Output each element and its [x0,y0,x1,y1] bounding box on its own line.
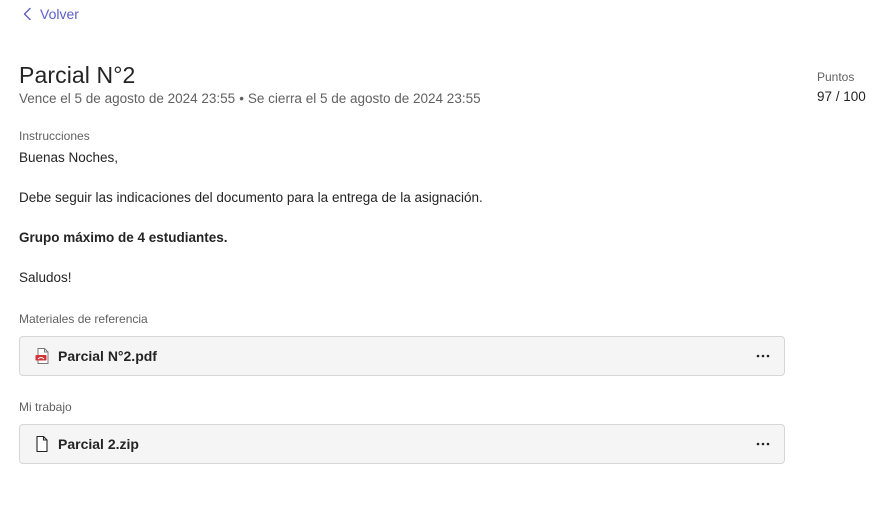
close-date: Se cierra el 5 de agosto de 2024 23:55 [247,91,481,106]
reference-materials-label: Materiales de referencia [19,312,148,326]
generic-file-icon [35,435,49,453]
instruction-line: Saludos! [19,270,72,285]
due-date: Vence el 5 de agosto de 2024 23:55 [19,91,236,106]
file-name[interactable]: Parcial 2.zip [58,436,139,452]
more-options-button[interactable] [754,347,772,365]
ellipsis-icon [756,354,770,358]
points-label: Puntos [817,70,855,84]
instruction-line-bold: Grupo máximo de 4 estudiantes. [19,230,228,245]
my-work-file-card[interactable]: Parcial 2.zip [19,424,785,464]
back-link-label: Volver [40,6,79,22]
assignment-page: Volver Parcial N°2 Vence el 5 de agosto … [0,0,888,532]
points-value: 97 / 100 [817,89,866,104]
separator-dot: • [239,91,244,106]
pdf-file-icon [35,347,51,365]
instruction-line: Buenas Noches, [19,150,119,165]
back-link[interactable]: Volver [22,6,79,22]
more-options-button[interactable] [754,435,772,453]
due-dates: Vence el 5 de agosto de 2024 23:55 • Se ci… [19,91,481,106]
chevron-left-icon [22,7,32,21]
ellipsis-icon [756,442,770,446]
assignment-title: Parcial N°2 [19,62,136,88]
file-name[interactable]: Parcial N°2.pdf [58,348,157,364]
my-work-label: Mi trabajo [19,400,72,414]
instruction-line: Debe seguir las indicaciones del documen… [19,190,483,205]
reference-file-card[interactable]: Parcial N°2.pdf [19,336,785,376]
instructions-label: Instrucciones [19,129,90,143]
points-block: Puntos 97 / 100 [817,70,866,104]
